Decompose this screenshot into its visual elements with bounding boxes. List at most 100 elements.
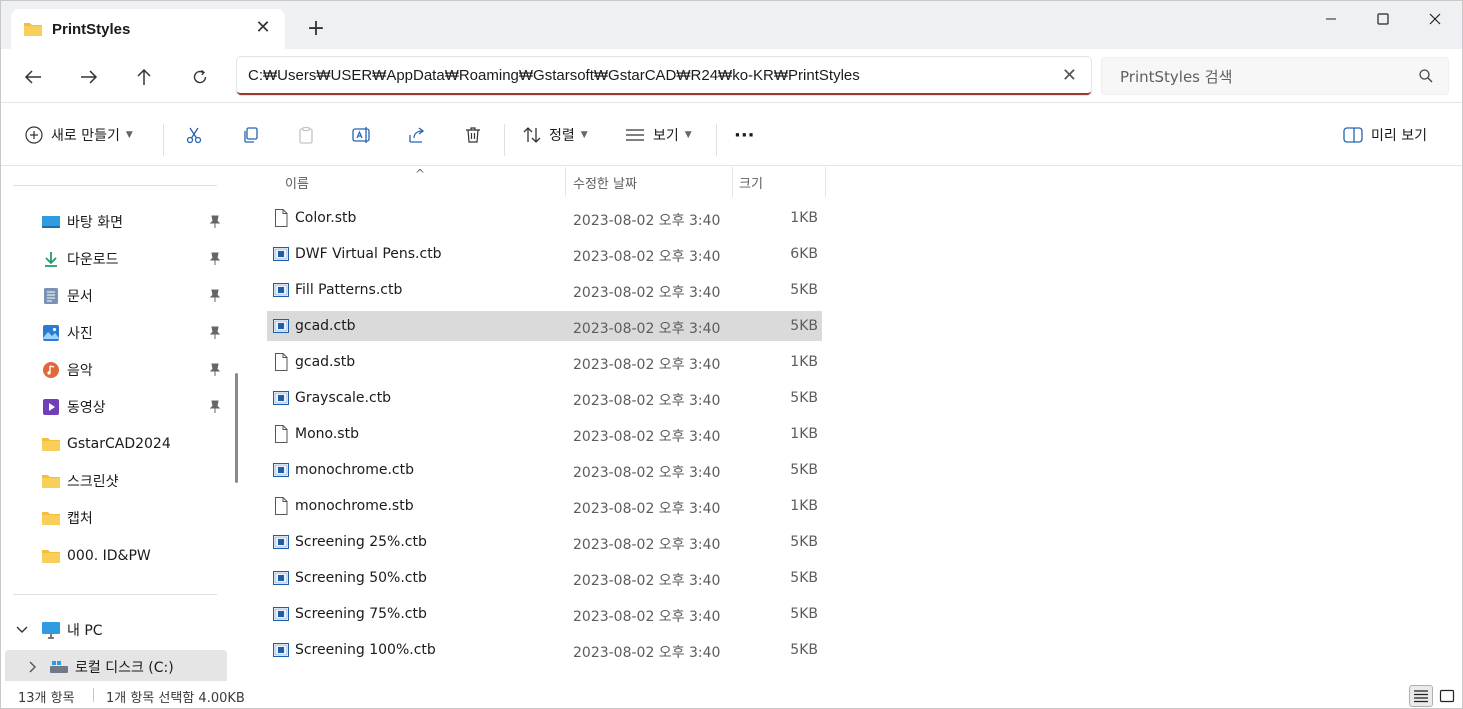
search-box[interactable]: PrintStyles 검색 — [1101, 57, 1449, 95]
rename-button[interactable] — [352, 120, 372, 150]
up-button[interactable] — [129, 62, 159, 92]
paste-button[interactable] — [297, 120, 315, 150]
file-row[interactable]: DWF Virtual Pens.ctb 2023-08-02 오후 3:40 6K… — [267, 239, 822, 269]
new-button-label: 새로 만들기 — [51, 128, 120, 144]
title-bar: PrintStyles ✕ + — [1, 1, 1462, 49]
back-button[interactable] — [18, 62, 48, 92]
file-list: ^ 이름 수정한 날짜 크기 Color.stb 2023-08-02 오후 3:… — [245, 167, 1462, 681]
large-icons-view-button[interactable] — [1435, 685, 1459, 707]
column-divider[interactable] — [565, 167, 566, 197]
delete-button[interactable] — [464, 120, 482, 150]
file-modified-date: 2023-08-02 오후 3:40 — [573, 321, 721, 337]
sidebar-item-pictures[interactable]: 사진 — [1, 316, 227, 350]
list-view-icon — [626, 129, 644, 141]
file-row[interactable]: monochrome.ctb 2023-08-02 오후 3:40 5KB — [267, 455, 822, 485]
close-icon — [1429, 13, 1441, 25]
address-bar[interactable]: C:₩Users₩USER₩AppData₩Roaming₩Gstarsoft₩… — [237, 57, 1091, 95]
pin-icon — [209, 289, 221, 302]
file-size: 5KB — [790, 390, 818, 406]
file-modified-date: 2023-08-02 오후 3:40 — [573, 609, 721, 625]
sidebar-item-desktop[interactable]: 바탕 화면 — [1, 205, 227, 239]
sidebar-item-label: 음악 — [67, 363, 93, 379]
ctb-file-icon — [273, 319, 289, 333]
sidebar-item-videos[interactable]: 동영상 — [1, 390, 227, 424]
file-row[interactable]: Grayscale.ctb 2023-08-02 오후 3:40 5KB — [267, 383, 822, 413]
stb-file-icon — [275, 209, 288, 227]
sidebar-item-this-pc[interactable]: 내 PC — [1, 613, 227, 647]
share-button[interactable] — [408, 120, 426, 150]
preview-pane-button[interactable]: 미리 보기 — [1343, 120, 1427, 150]
ctb-file-icon — [273, 607, 289, 621]
copy-icon — [244, 127, 258, 143]
sidebar-item-id-pw[interactable]: 000. ID&PW — [1, 539, 227, 573]
trash-icon — [466, 127, 480, 143]
file-row[interactable]: monochrome.stb 2023-08-02 오후 3:40 1KB — [267, 491, 822, 521]
file-modified-date: 2023-08-02 오후 3:40 — [573, 537, 721, 553]
sort-button[interactable]: 정렬 ▼ — [523, 120, 588, 150]
sidebar-item-screenshots[interactable]: 스크린샷 — [1, 464, 227, 498]
file-row[interactable]: Screening 75%.ctb 2023-08-02 오후 3:40 5KB — [267, 599, 822, 629]
file-row[interactable]: Screening 50%.ctb 2023-08-02 오후 3:40 5KB — [267, 563, 822, 593]
pin-icon — [209, 326, 221, 339]
tab-close-button[interactable]: ✕ — [253, 18, 273, 38]
new-button[interactable]: 새로 만들기 ▼ — [25, 120, 133, 150]
ctb-file-icon — [273, 391, 289, 405]
column-divider[interactable] — [732, 167, 733, 197]
refresh-button[interactable] — [185, 62, 215, 92]
file-name: monochrome.stb — [295, 498, 414, 514]
more-options-button[interactable]: ··· — [734, 120, 755, 150]
sidebar-item-documents[interactable]: 문서 — [1, 279, 227, 313]
search-placeholder: PrintStyles 검색 — [1120, 67, 1233, 86]
navigation-pane: 바탕 화면 다운로드 문서 사진 음악 동영상 GstarCAD2024 스크린… — [1, 167, 239, 684]
column-divider[interactable] — [825, 167, 826, 197]
details-view-button[interactable] — [1409, 685, 1433, 707]
file-row[interactable]: gcad.ctb 2023-08-02 오후 3:40 5KB — [267, 311, 822, 341]
minimize-button[interactable] — [1303, 1, 1359, 37]
file-row[interactable]: gcad.stb 2023-08-02 오후 3:40 1KB — [267, 347, 822, 377]
file-row[interactable]: Color.stb 2023-08-02 오후 3:40 1KB — [267, 203, 822, 233]
file-size: 1KB — [790, 354, 818, 370]
stb-file-icon — [275, 353, 288, 371]
new-tab-button[interactable]: + — [303, 15, 329, 43]
file-name: monochrome.ctb — [295, 462, 414, 478]
file-modified-date: 2023-08-02 오후 3:40 — [573, 465, 721, 481]
desktop-icon — [41, 212, 61, 232]
file-size: 5KB — [790, 282, 818, 298]
file-row[interactable]: Screening 100%.ctb 2023-08-02 오후 3:40 5KB — [267, 635, 822, 665]
arrow-right-icon — [81, 70, 98, 84]
view-button[interactable]: 보기 ▼ — [625, 120, 692, 150]
divider — [13, 594, 217, 595]
close-window-button[interactable] — [1407, 1, 1462, 37]
ctb-file-icon — [273, 247, 289, 261]
file-row[interactable]: Fill Patterns.ctb 2023-08-02 오후 3:40 5KB — [267, 275, 822, 305]
selection-info: 1개 항목 선택함 4.00KB — [106, 691, 245, 706]
file-size: 5KB — [790, 642, 818, 658]
sidebar-scrollbar[interactable] — [235, 373, 238, 483]
clear-address-button[interactable]: ✕ — [1062, 65, 1077, 86]
sidebar-item-local-disk[interactable]: 로컬 디스크 (C:) — [5, 650, 227, 684]
sidebar-item-capture[interactable]: 캡처 — [1, 501, 227, 535]
column-header-name[interactable]: 이름 — [285, 167, 565, 197]
sidebar-item-music[interactable]: 음악 — [1, 353, 227, 387]
copy-button[interactable] — [241, 120, 259, 150]
column-header-size[interactable]: 크기 — [739, 167, 825, 197]
ctb-file-icon — [273, 283, 289, 297]
tab-title: PrintStyles — [52, 20, 131, 38]
ctb-file-icon — [273, 535, 289, 549]
chevron-down-icon: ▼ — [580, 130, 588, 140]
sidebar-item-downloads[interactable]: 다운로드 — [1, 242, 227, 276]
sidebar-item-gstarcad2024[interactable]: GstarCAD2024 — [1, 427, 227, 461]
chevron-down-icon: ▼ — [684, 130, 692, 140]
file-modified-date: 2023-08-02 오후 3:40 — [573, 429, 721, 445]
chevron-down-icon — [15, 620, 29, 640]
file-row[interactable]: Screening 25%.ctb 2023-08-02 오후 3:40 5KB — [267, 527, 822, 557]
forward-button[interactable] — [74, 62, 104, 92]
file-size: 5KB — [790, 462, 818, 478]
file-row[interactable]: Mono.stb 2023-08-02 오후 3:40 1KB — [267, 419, 822, 449]
divider — [504, 124, 505, 156]
sidebar-item-label: 스크린샷 — [67, 474, 119, 490]
maximize-button[interactable] — [1355, 1, 1411, 37]
tab-printstyles[interactable]: PrintStyles ✕ — [11, 9, 285, 49]
column-header-date[interactable]: 수정한 날짜 — [573, 167, 733, 197]
cut-button[interactable] — [185, 120, 203, 150]
